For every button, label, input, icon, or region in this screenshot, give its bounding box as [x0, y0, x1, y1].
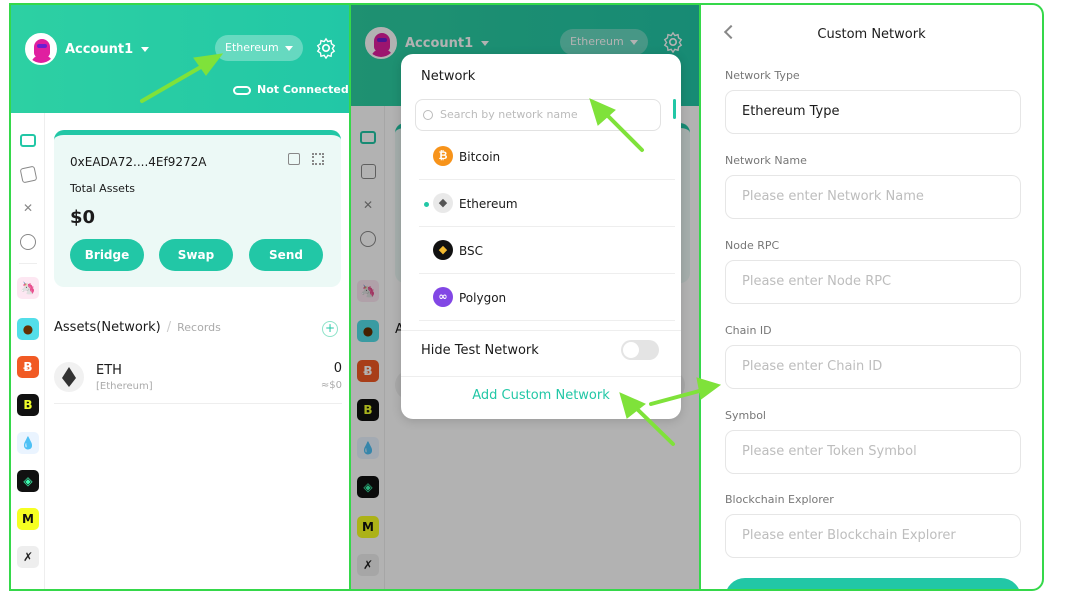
symbol-input[interactable]: Please enter Token Symbol	[725, 430, 1021, 474]
connection-status-text: Not Connected	[257, 83, 349, 96]
sidebar: ✕ 🦄 ● Ƀ B 💧 ◈ M ✗	[11, 113, 45, 589]
link-icon	[233, 85, 251, 95]
blockchain-explorer-label: Blockchain Explorer	[725, 493, 834, 506]
bsc-icon: ◆	[433, 240, 453, 260]
dapp-x-icon[interactable]: ✗	[17, 546, 39, 568]
dapp-m-icon[interactable]: M	[17, 508, 39, 530]
swap-button[interactable]: Swap	[159, 239, 233, 271]
selected-dot	[424, 202, 429, 207]
wallet-icon[interactable]	[17, 129, 39, 151]
ethereum-icon: ◆	[433, 193, 453, 213]
network-item-polygon[interactable]: ∞ Polygon	[419, 275, 675, 321]
chevron-down-icon	[141, 47, 150, 52]
wallet-header: Account1 Ethereum Not Connected	[11, 5, 349, 113]
bitcoin-icon: ₿	[433, 146, 453, 166]
asset-network: [Ethereum]	[96, 381, 153, 392]
wallet-home-panel: Account1 Ethereum Not Connected ✕ 🦄 ● Ƀ …	[9, 3, 349, 591]
polygon-icon: ∞	[433, 287, 453, 307]
dapp-pancake-icon[interactable]: ●	[17, 318, 39, 340]
account-card: 0xEADA72....4Ef9272A Total Assets $0 Bri…	[54, 130, 341, 287]
scrollbar[interactable]	[673, 99, 676, 119]
avatar[interactable]	[25, 33, 57, 65]
records-link[interactable]: Records	[177, 321, 221, 334]
asset-value: ≈$0	[320, 380, 342, 391]
nft-icon[interactable]	[17, 163, 39, 185]
network-item-ethereum[interactable]: ◆ Ethereum	[419, 181, 675, 227]
network-item-label: Ethereum	[459, 197, 518, 211]
assets-header: Assets(Network) / Records	[54, 320, 221, 335]
wallet-address[interactable]: 0xEADA72....4Ef9272A	[70, 155, 206, 169]
divider	[401, 376, 681, 377]
connection-status[interactable]: Not Connected	[233, 83, 349, 96]
network-name: Ethereum	[225, 41, 279, 54]
bridge-button[interactable]: Bridge	[70, 239, 144, 271]
confirm-button[interactable]	[725, 578, 1021, 589]
blockchain-explorer-input[interactable]: Please enter Blockchain Explorer	[725, 514, 1021, 558]
network-select-panel: Account1 Ethereum ✕ 🦄 ● Ƀ B 💧 ◈ M ✗ A Ne…	[349, 3, 699, 591]
node-rpc-input[interactable]: Please enter Node RPC	[725, 260, 1021, 304]
dapp-bifrost-icon[interactable]: Ƀ	[17, 356, 39, 378]
assets-title: Assets(Network)	[54, 320, 161, 335]
hide-test-network-label: Hide Test Network	[421, 343, 539, 358]
node-rpc-label: Node RPC	[725, 239, 780, 252]
tools-icon[interactable]: ✕	[17, 197, 39, 219]
network-item-label: Bitcoin	[459, 150, 501, 164]
dapp-uniswap-icon[interactable]: 🦄	[17, 277, 39, 299]
custom-network-panel: Custom Network Network Type Ethereum Typ…	[699, 3, 1044, 591]
network-search-input[interactable]: Search by network name	[415, 99, 661, 131]
network-item-bitcoin[interactable]: ₿ Bitcoin	[419, 134, 675, 180]
gear-icon[interactable]	[315, 37, 337, 59]
send-button[interactable]: Send	[249, 239, 323, 271]
dropdown-title: Network	[421, 69, 476, 84]
network-selector[interactable]: Ethereum	[215, 35, 303, 61]
add-asset-icon[interactable]: +	[322, 321, 338, 337]
network-type-label: Network Type	[725, 69, 800, 82]
chain-id-label: Chain ID	[725, 324, 772, 337]
hide-test-network-toggle[interactable]	[621, 340, 659, 360]
network-type-field[interactable]: Ethereum Type	[725, 90, 1021, 134]
chain-id-input[interactable]: Please enter Chain ID	[725, 345, 1021, 389]
external-link-icon[interactable]	[288, 153, 300, 165]
network-item-label: BSC	[459, 244, 484, 258]
asset-row[interactable]: ETH [Ethereum] 0 ≈$0	[54, 354, 342, 404]
compass-icon[interactable]	[17, 231, 39, 253]
network-item-label: Polygon	[459, 291, 507, 305]
dapp-b-icon[interactable]: B	[17, 394, 39, 416]
dapp-cube-icon[interactable]: ◈	[17, 470, 39, 492]
search-icon	[423, 110, 433, 120]
sidebar-divider	[19, 263, 37, 264]
asset-amount: 0	[333, 361, 342, 376]
search-placeholder: Search by network name	[440, 108, 578, 121]
total-assets-value: $0	[70, 207, 96, 228]
network-name-input[interactable]: Please enter Network Name	[725, 175, 1021, 219]
chevron-down-icon	[284, 45, 293, 51]
divider	[401, 330, 681, 331]
account-selector[interactable]: Account1	[65, 42, 150, 57]
account-name: Account1	[65, 42, 134, 57]
asset-symbol: ETH	[96, 363, 122, 378]
add-custom-network-button[interactable]: Add Custom Network	[401, 388, 681, 403]
ethereum-icon	[54, 362, 84, 392]
network-dropdown: Network Search by network name ₿ Bitcoin …	[401, 54, 681, 419]
page-title: Custom Network	[817, 27, 926, 42]
total-assets-label: Total Assets	[70, 182, 135, 195]
qr-code-icon[interactable]	[312, 153, 324, 165]
symbol-label: Symbol	[725, 409, 766, 422]
dapp-drop-icon[interactable]: 💧	[17, 432, 39, 454]
network-item-bsc[interactable]: ◆ BSC	[419, 228, 675, 274]
network-name-label: Network Name	[725, 154, 807, 167]
